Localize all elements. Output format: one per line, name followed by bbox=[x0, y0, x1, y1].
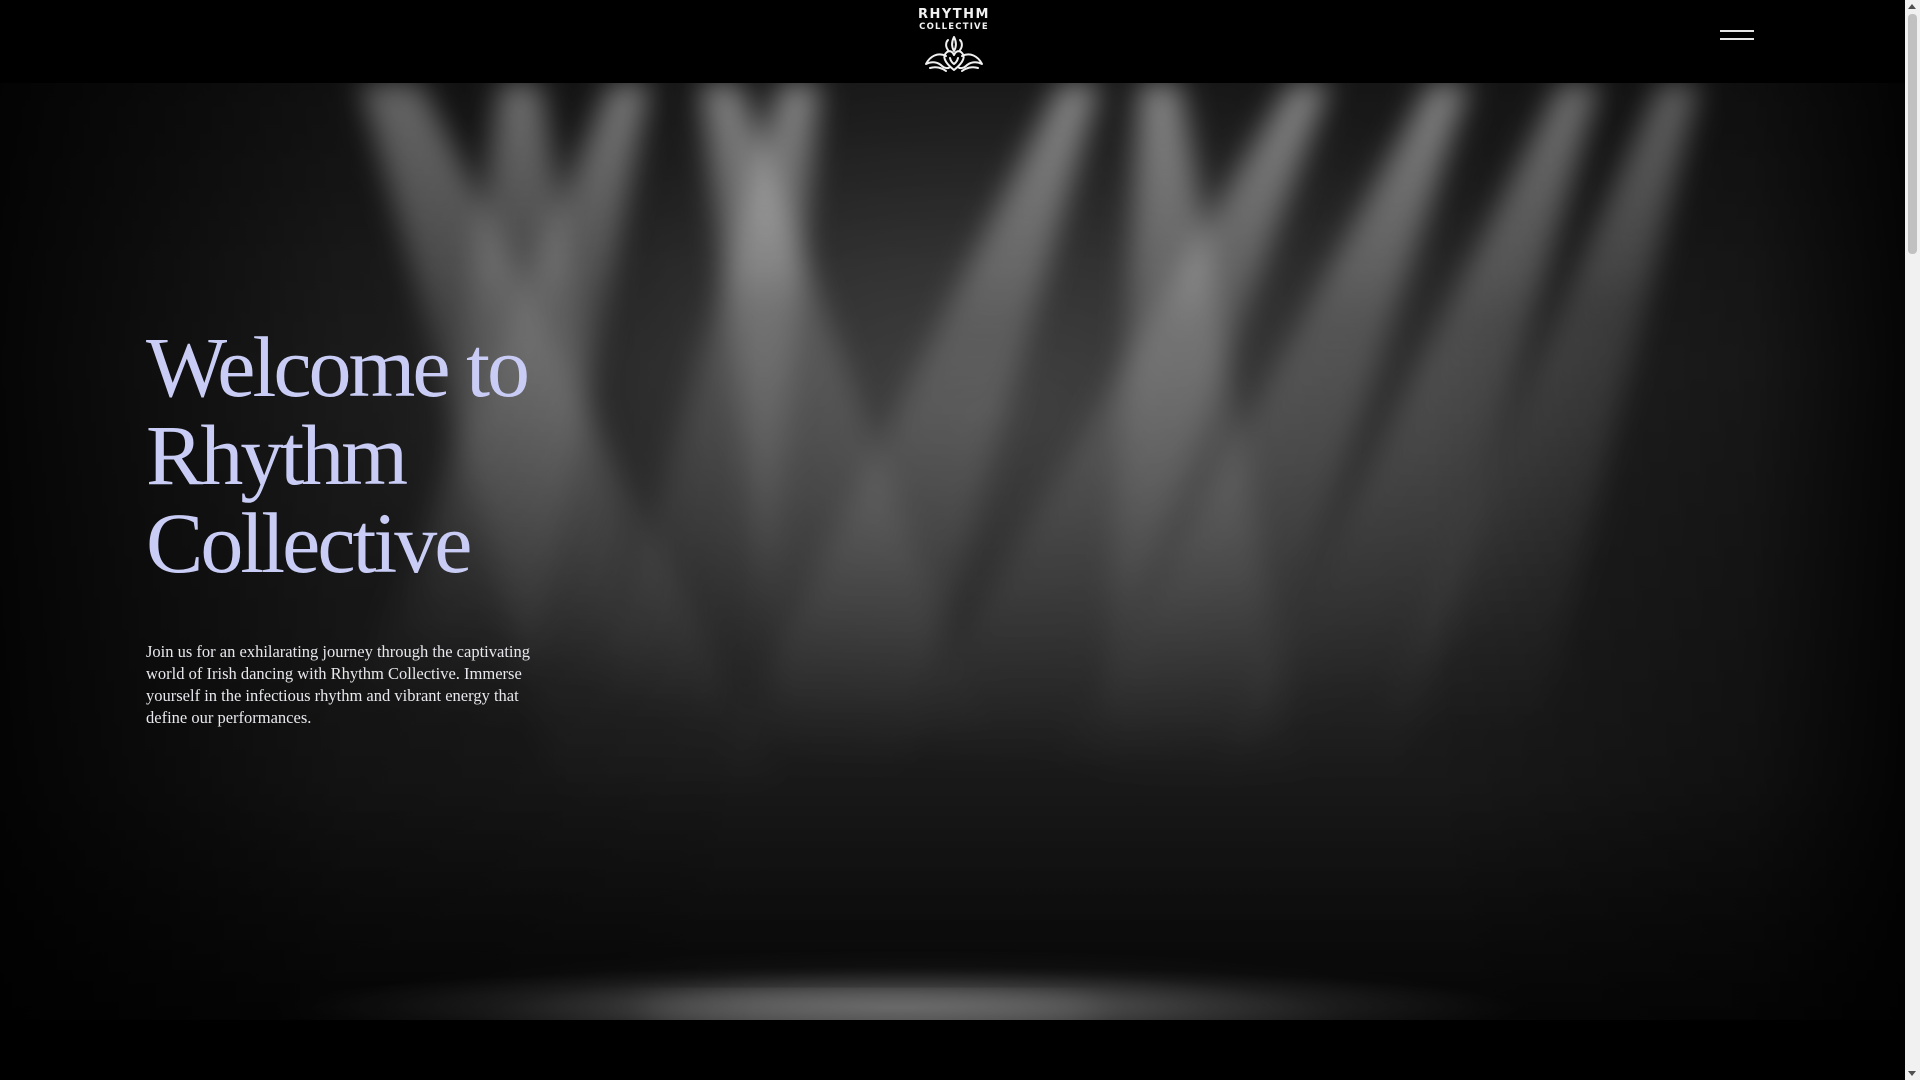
menu-bar-top bbox=[1720, 30, 1754, 32]
scroll-up-arrow-icon[interactable] bbox=[1908, 4, 1916, 9]
hero-section: Welcome to Rhythm Collective Join us for… bbox=[0, 83, 1905, 1020]
next-section-top bbox=[0, 1020, 1905, 1080]
page-scrollbar[interactable] bbox=[1905, 0, 1920, 1080]
hero-text-block: Welcome to Rhythm Collective Join us for… bbox=[146, 323, 566, 729]
hamburger-menu-icon[interactable] bbox=[1716, 24, 1756, 46]
hero-title-line: Collective bbox=[146, 495, 472, 591]
logo-wordmark-line2: COLLECTIVE bbox=[919, 22, 989, 32]
scroll-down-arrow-icon[interactable] bbox=[1908, 1071, 1916, 1076]
site-logo[interactable]: RHYTHM COLLECTIVE bbox=[914, 8, 994, 74]
logo-wordmark-line1: RHYTHM bbox=[918, 7, 990, 22]
hero-description: Join us for an exhilarating journey thro… bbox=[146, 642, 530, 727]
page: RHYTHM COLLECTIVE Welcome to Rhythm Coll… bbox=[0, 0, 1920, 1080]
hero-title: Welcome to Rhythm Collective bbox=[146, 323, 566, 587]
hero-title-line: Rhythm bbox=[146, 407, 408, 503]
menu-bar-bottom bbox=[1720, 38, 1754, 40]
celtic-heart-knot-icon bbox=[925, 36, 983, 72]
scrollbar-thumb[interactable] bbox=[1908, 14, 1917, 254]
hero-title-line: Welcome to bbox=[146, 319, 530, 415]
site-header: RHYTHM COLLECTIVE bbox=[0, 0, 1905, 83]
